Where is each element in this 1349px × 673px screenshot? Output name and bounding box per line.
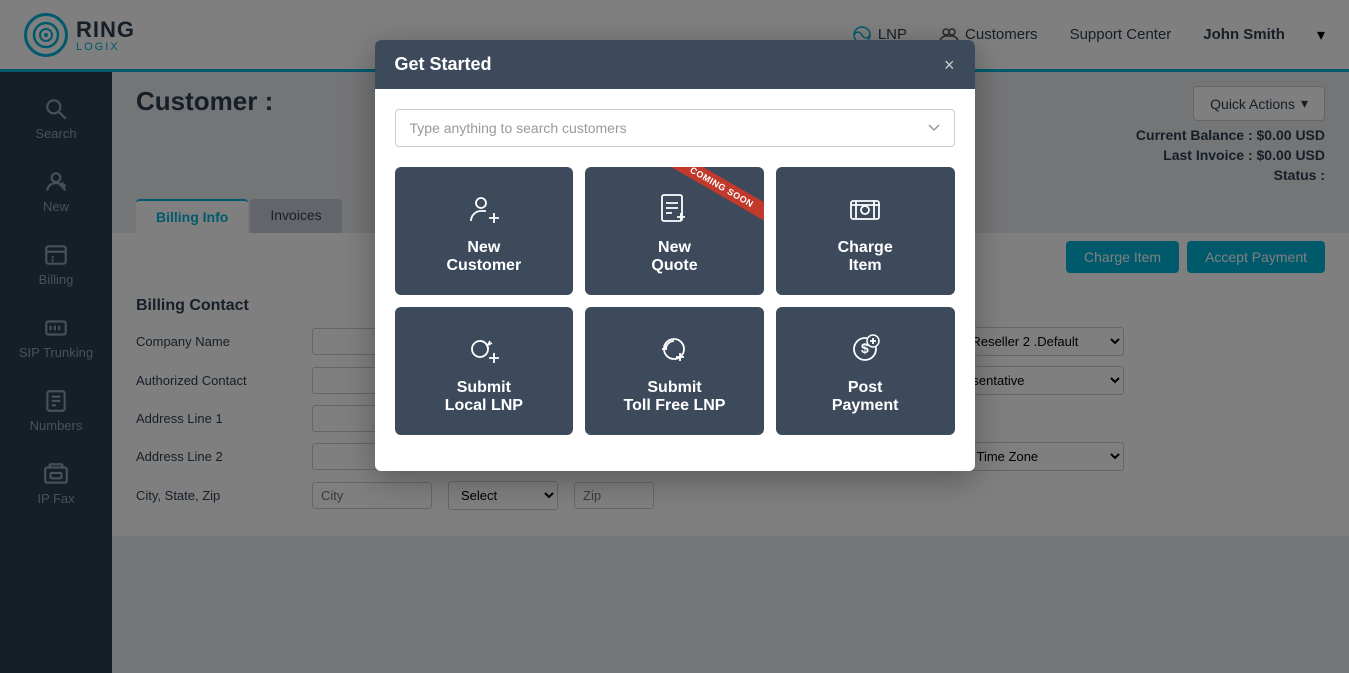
post-payment-card[interactable]: $ Post Payment bbox=[776, 307, 955, 435]
post-payment-label: Post Payment bbox=[832, 379, 899, 415]
charge-item-label: Charge Item bbox=[838, 239, 893, 275]
new-customer-icon bbox=[466, 191, 502, 227]
new-customer-card[interactable]: New Customer bbox=[395, 167, 574, 295]
action-grid: New Customer COMING SOON bbox=[395, 167, 955, 435]
submit-local-lnp-card[interactable]: Submit Local LNP bbox=[395, 307, 574, 435]
new-quote-card[interactable]: COMING SOON New Quote bbox=[585, 167, 764, 295]
submit-tollfree-lnp-card[interactable]: Submit Toll Free LNP bbox=[585, 307, 764, 435]
modal-body: Type anything to search customers New Cu… bbox=[375, 89, 975, 471]
submit-tollfree-lnp-icon bbox=[656, 331, 692, 367]
customer-search-select[interactable]: Type anything to search customers bbox=[395, 109, 955, 147]
modal-close-button[interactable]: × bbox=[944, 56, 955, 74]
charge-item-card[interactable]: Charge Item bbox=[776, 167, 955, 295]
new-quote-icon bbox=[656, 191, 692, 227]
charge-item-icon bbox=[847, 191, 883, 227]
modal: Get Started × Type anything to search cu… bbox=[375, 40, 975, 471]
new-customer-label: New Customer bbox=[446, 239, 521, 275]
modal-title: Get Started bbox=[395, 54, 492, 75]
new-quote-label: New Quote bbox=[651, 239, 697, 275]
submit-tollfree-lnp-label: Submit Toll Free LNP bbox=[624, 379, 726, 415]
submit-local-lnp-icon bbox=[466, 331, 502, 367]
submit-local-lnp-label: Submit Local LNP bbox=[445, 379, 523, 415]
post-payment-icon: $ bbox=[847, 331, 883, 367]
modal-header: Get Started × bbox=[375, 40, 975, 89]
modal-overlay: Get Started × Type anything to search cu… bbox=[0, 0, 1349, 673]
